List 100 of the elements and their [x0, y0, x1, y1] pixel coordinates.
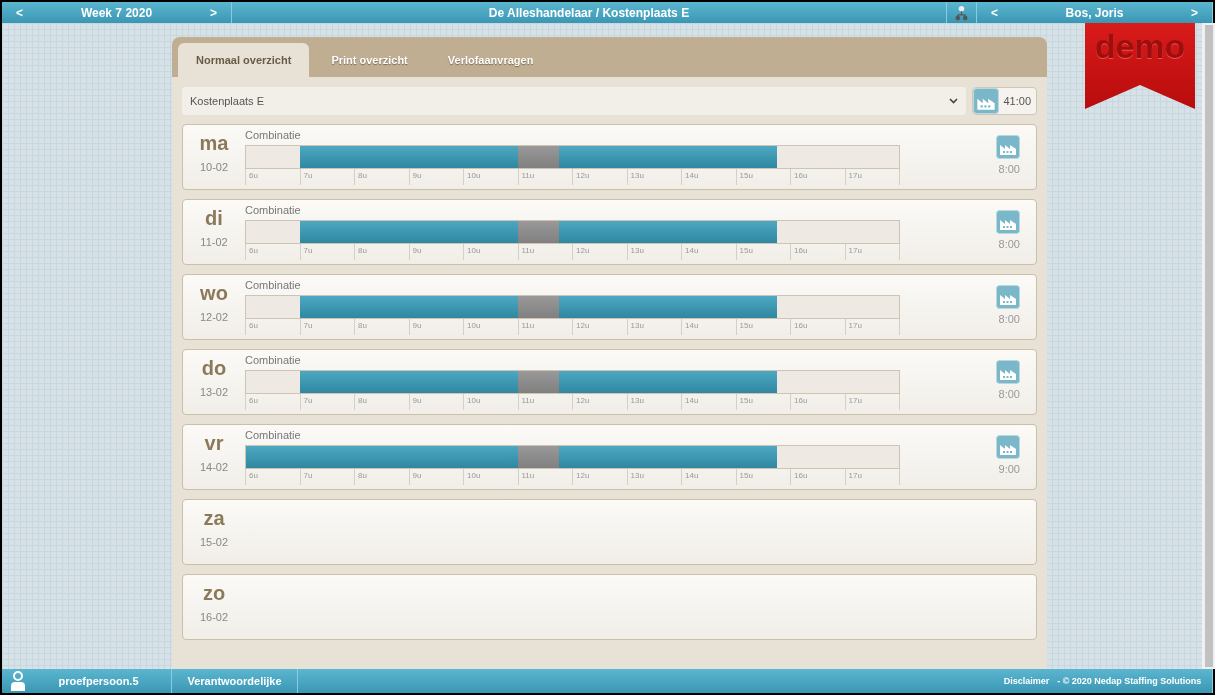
hour-label: 16u: [790, 169, 845, 185]
day-date: 15-02: [199, 536, 229, 548]
hour-label: 7u: [299, 469, 354, 485]
previous-week-button[interactable]: <: [10, 5, 29, 20]
hour-label: 15u: [735, 169, 790, 185]
previous-person-button[interactable]: <: [985, 5, 1004, 20]
cost-center-select[interactable]: Kostenplaats E: [182, 87, 967, 115]
day-name: wo: [200, 283, 228, 303]
break-segment: [518, 446, 559, 468]
tab[interactable]: Verlofaanvragen: [429, 43, 552, 77]
day-name: vr: [204, 433, 224, 453]
factory-icon: [996, 435, 1020, 459]
hour-label: 13u: [626, 319, 681, 335]
shift-label: Combinatie: [245, 204, 302, 218]
hour-label: 10u: [463, 169, 518, 185]
person-name: Bos, Joris: [1064, 5, 1125, 20]
break-segment: [518, 371, 559, 393]
hour-label: 6u: [245, 169, 300, 185]
hour-label: 10u: [463, 319, 518, 335]
hour-label: 11u: [517, 244, 572, 260]
week-label: Week 7 2020: [79, 5, 154, 20]
hour-label: 9u: [408, 469, 463, 485]
day-name: ma: [199, 133, 229, 153]
chevron-down-icon[interactable]: [949, 98, 959, 104]
factory-icon: [973, 88, 1000, 114]
hour-label: 6u: [245, 469, 300, 485]
hour-label: 13u: [626, 394, 681, 410]
break-segment: [518, 146, 559, 168]
hour-label: 15u: [735, 469, 790, 485]
hour-label: 12u: [572, 244, 627, 260]
hour-label: 11u: [517, 469, 572, 485]
day-total: 8:00: [998, 313, 1020, 325]
day-name: za: [203, 508, 225, 528]
org-chart-icon[interactable]: [955, 4, 968, 21]
day-date: 12-02: [199, 311, 229, 323]
user-icon: [10, 671, 26, 691]
hour-label: 6u: [245, 244, 300, 260]
day-name: di: [205, 208, 223, 228]
next-week-button[interactable]: >: [204, 5, 223, 20]
break-segment: [518, 221, 559, 243]
shift-label: Combinatie: [245, 429, 302, 443]
day-date: 14-02: [199, 461, 229, 473]
day-date: 16-02: [199, 611, 229, 623]
week-total: 41:00: [972, 87, 1037, 115]
hour-label: 7u: [299, 394, 354, 410]
shift-label: Combinatie: [245, 129, 302, 143]
day-total: 8:00: [998, 163, 1020, 175]
hour-label: 9u: [408, 244, 463, 260]
hour-label: 15u: [735, 244, 790, 260]
hour-label: 8u: [354, 169, 409, 185]
day-date: 13-02: [199, 386, 229, 398]
hour-label: 14u: [681, 169, 736, 185]
hour-label: 12u: [572, 169, 627, 185]
hour-label: 11u: [517, 319, 572, 335]
tab[interactable]: Print overzicht: [313, 43, 426, 77]
hour-label: 9u: [408, 394, 463, 410]
user-name: proefpersoon.5: [57, 675, 140, 687]
hour-label: 16u: [790, 469, 845, 485]
day-total: 9:00: [998, 463, 1020, 475]
hour-label: 7u: [299, 169, 354, 185]
hour-label: 13u: [626, 169, 681, 185]
hour-label: 12u: [572, 319, 627, 335]
role-label: Verantwoordelijke: [187, 675, 282, 687]
hour-label: 14u: [681, 319, 736, 335]
hour-label: 13u: [626, 469, 681, 485]
hour-label: 14u: [681, 469, 736, 485]
hour-label: 10u: [463, 244, 518, 260]
hour-label: 9u: [408, 169, 463, 185]
next-person-button[interactable]: >: [1185, 5, 1204, 20]
hour-label: 8u: [354, 469, 409, 485]
disclaimer-link[interactable]: Disclaimer: [1003, 676, 1050, 686]
hour-label: 14u: [681, 394, 736, 410]
factory-icon: [996, 360, 1020, 384]
factory-icon: [996, 135, 1020, 159]
factory-icon: [996, 285, 1020, 309]
day-name: do: [201, 358, 227, 378]
hour-label: 8u: [354, 394, 409, 410]
factory-icon: [996, 210, 1020, 234]
scrollbar[interactable]: [1202, 23, 1215, 669]
hour-label: 7u: [299, 244, 354, 260]
tab[interactable]: Normaal overzicht: [178, 43, 310, 77]
hour-label: 11u: [517, 394, 572, 410]
hour-label: 15u: [735, 394, 790, 410]
hour-label: 16u: [790, 244, 845, 260]
day-name: zo: [202, 583, 226, 603]
shift-label: Combinatie: [245, 354, 302, 368]
day-date: 10-02: [199, 161, 229, 173]
day-total: 8:00: [998, 238, 1020, 250]
shift-label: Combinatie: [245, 279, 302, 293]
hour-label: 16u: [790, 319, 845, 335]
hour-label: 10u: [463, 469, 518, 485]
hour-label: 12u: [572, 394, 627, 410]
hour-label: 14u: [681, 244, 736, 260]
break-segment: [518, 296, 559, 318]
copyright-text: - © 2020 Nedap Staffing Solutions: [1057, 676, 1202, 686]
hour-label: 15u: [735, 319, 790, 335]
hour-label: 12u: [572, 469, 627, 485]
hour-label: 6u: [245, 319, 300, 335]
hour-label: 16u: [790, 394, 845, 410]
day-total: 8:00: [998, 388, 1020, 400]
